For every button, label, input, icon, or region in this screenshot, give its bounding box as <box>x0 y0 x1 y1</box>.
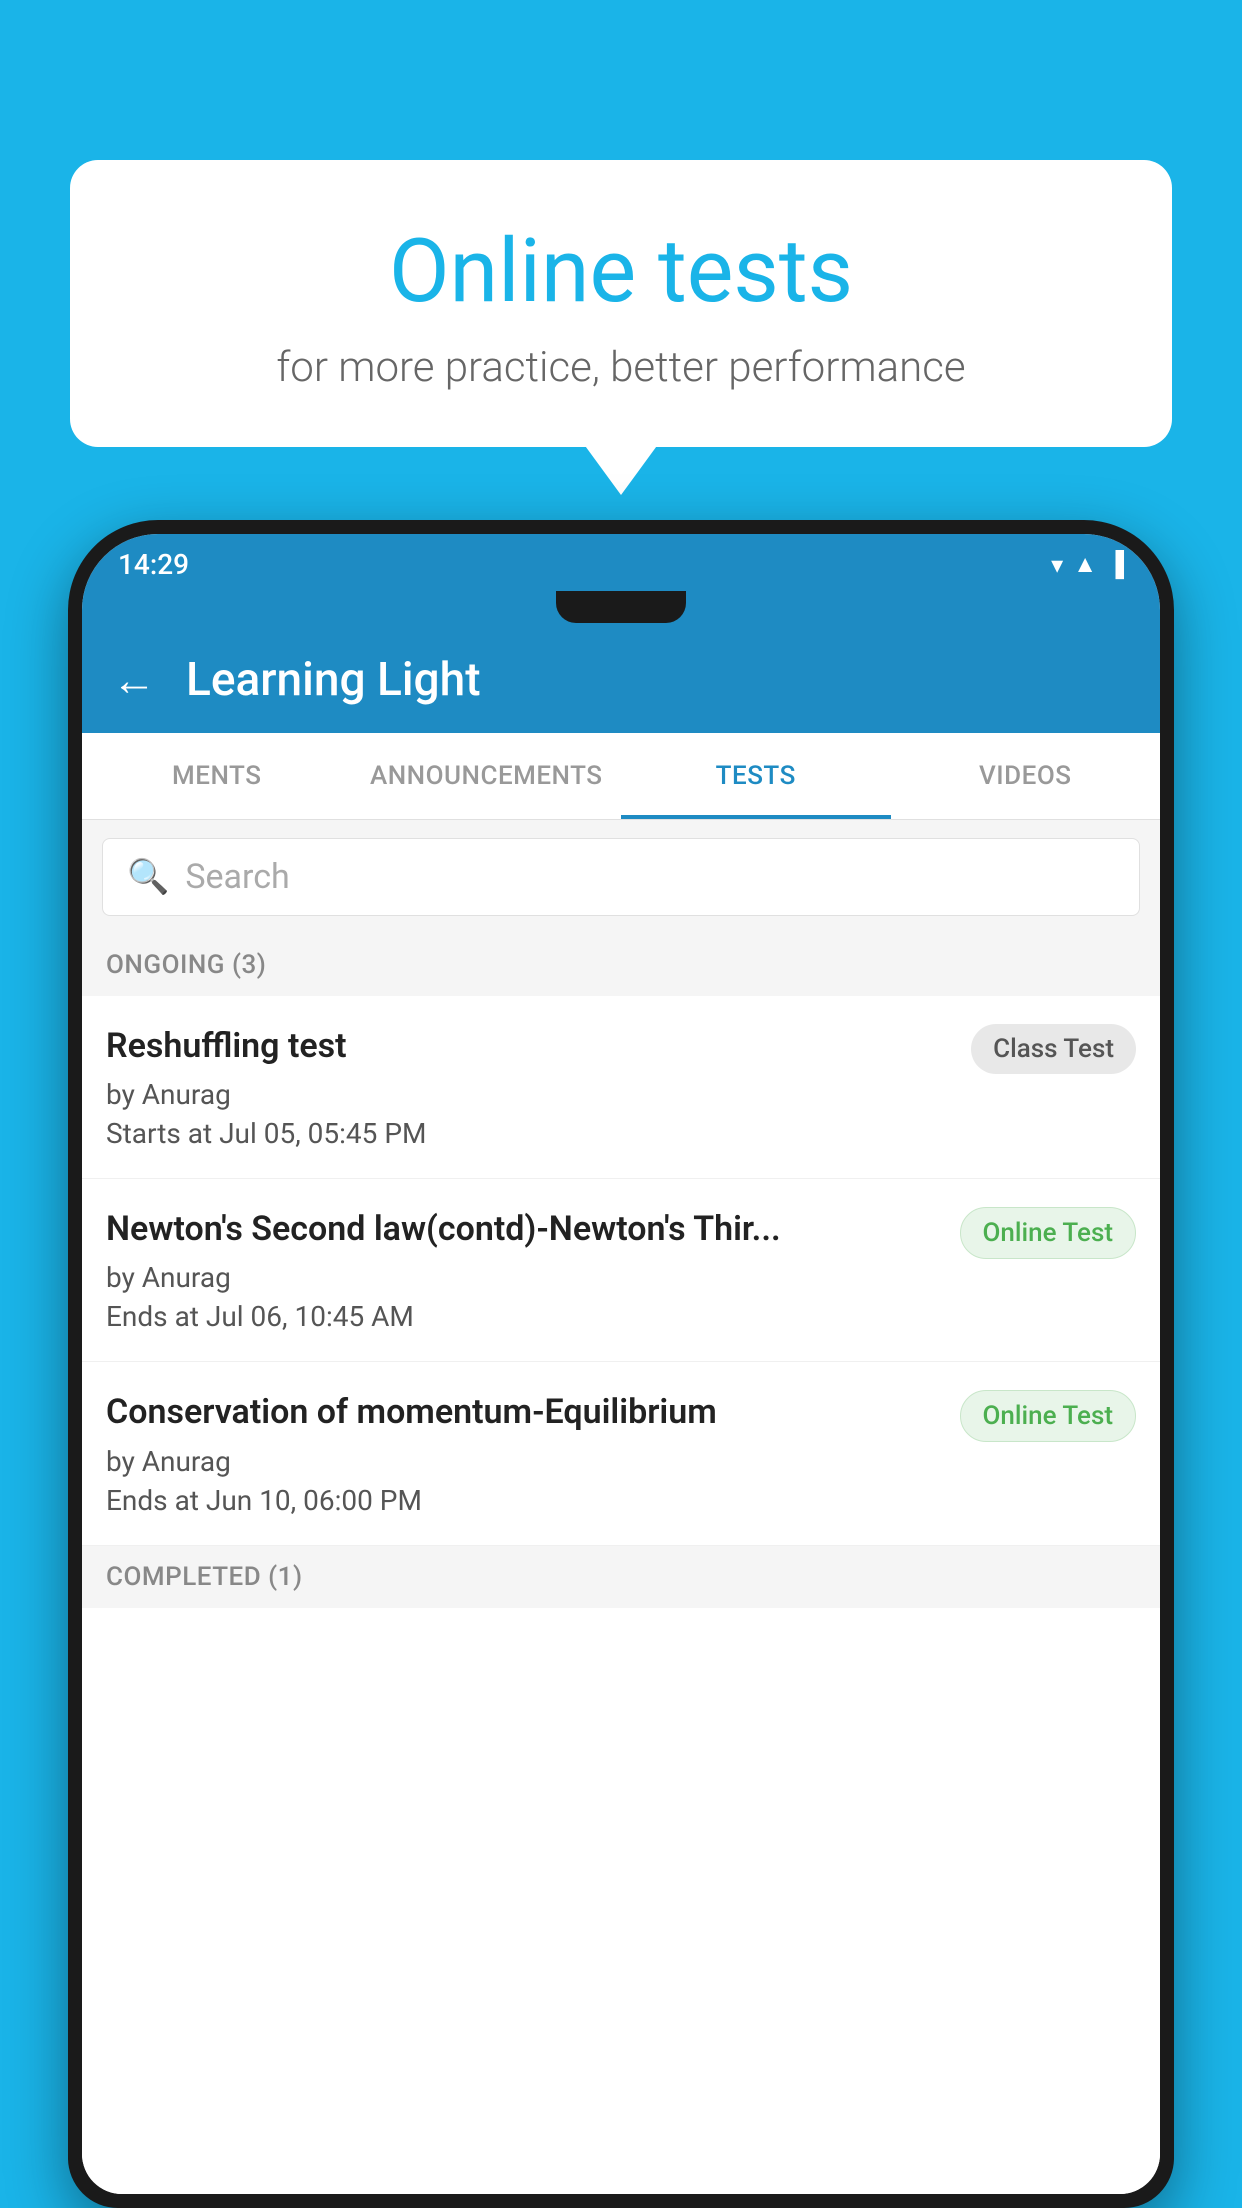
section-ongoing-label: ONGOING (3) <box>82 934 1160 996</box>
tab-videos[interactable]: VIDEOS <box>891 733 1161 819</box>
search-input[interactable]: Search <box>185 857 289 897</box>
badge-online-test-2: Online Test <box>960 1207 1137 1259</box>
test-date-3: Ends at Jun 10, 06:00 PM <box>106 1484 940 1517</box>
test-author-2: by Anurag <box>106 1261 940 1294</box>
test-info-3: Conservation of momentum-Equilibrium by … <box>106 1390 960 1516</box>
test-date-2: Ends at Jul 06, 10:45 AM <box>106 1300 940 1333</box>
test-name-1: Reshuffling test <box>106 1024 951 1068</box>
phone-frame: 14:29 ▾ ▲ ▐ ← Learning Light MENTS ANNOU… <box>68 520 1174 2208</box>
app-bar: ← Learning Light <box>82 627 1160 733</box>
test-info-2: Newton's Second law(contd)-Newton's Thir… <box>106 1207 960 1333</box>
bubble-title: Online tests <box>110 220 1132 323</box>
tab-announcements[interactable]: ANNOUNCEMENTS <box>352 733 622 819</box>
test-item-1[interactable]: Reshuffling test by Anurag Starts at Jul… <box>82 996 1160 1179</box>
phone-screen: 14:29 ▾ ▲ ▐ ← Learning Light MENTS ANNOU… <box>82 534 1160 2194</box>
test-date-1: Starts at Jul 05, 05:45 PM <box>106 1117 951 1150</box>
battery-icon: ▐ <box>1107 550 1124 579</box>
test-item-3[interactable]: Conservation of momentum-Equilibrium by … <box>82 1362 1160 1545</box>
signal-icon: ▲ <box>1073 550 1097 579</box>
test-item-2[interactable]: Newton's Second law(contd)-Newton's Thir… <box>82 1179 1160 1362</box>
notch <box>556 591 686 623</box>
bubble-subtitle: for more practice, better performance <box>110 343 1132 392</box>
test-author-1: by Anurag <box>106 1078 951 1111</box>
tab-ments[interactable]: MENTS <box>82 733 352 819</box>
tabs-bar: MENTS ANNOUNCEMENTS TESTS VIDEOS <box>82 733 1160 820</box>
app-title: Learning Light <box>186 653 481 707</box>
test-author-3: by Anurag <box>106 1445 940 1478</box>
section-completed-label: COMPLETED (1) <box>82 1546 1160 1608</box>
notch-bar <box>82 591 1160 627</box>
badge-class-test-1: Class Test <box>971 1024 1136 1074</box>
status-icons: ▾ ▲ ▐ <box>1051 550 1124 579</box>
test-info-1: Reshuffling test by Anurag Starts at Jul… <box>106 1024 971 1150</box>
search-icon: 🔍 <box>127 857 169 897</box>
search-container: 🔍 Search <box>82 820 1160 934</box>
search-bar[interactable]: 🔍 Search <box>102 838 1140 916</box>
speech-bubble: Online tests for more practice, better p… <box>70 160 1172 447</box>
status-bar: 14:29 ▾ ▲ ▐ <box>82 534 1160 591</box>
test-name-2: Newton's Second law(contd)-Newton's Thir… <box>106 1207 940 1251</box>
test-name-3: Conservation of momentum-Equilibrium <box>106 1390 940 1434</box>
badge-online-test-3: Online Test <box>960 1390 1137 1442</box>
tests-list: Reshuffling test by Anurag Starts at Jul… <box>82 996 1160 2194</box>
back-button[interactable]: ← <box>112 658 156 702</box>
status-time: 14:29 <box>118 548 189 581</box>
tab-tests[interactable]: TESTS <box>621 733 891 819</box>
wifi-icon: ▾ <box>1051 551 1063 579</box>
